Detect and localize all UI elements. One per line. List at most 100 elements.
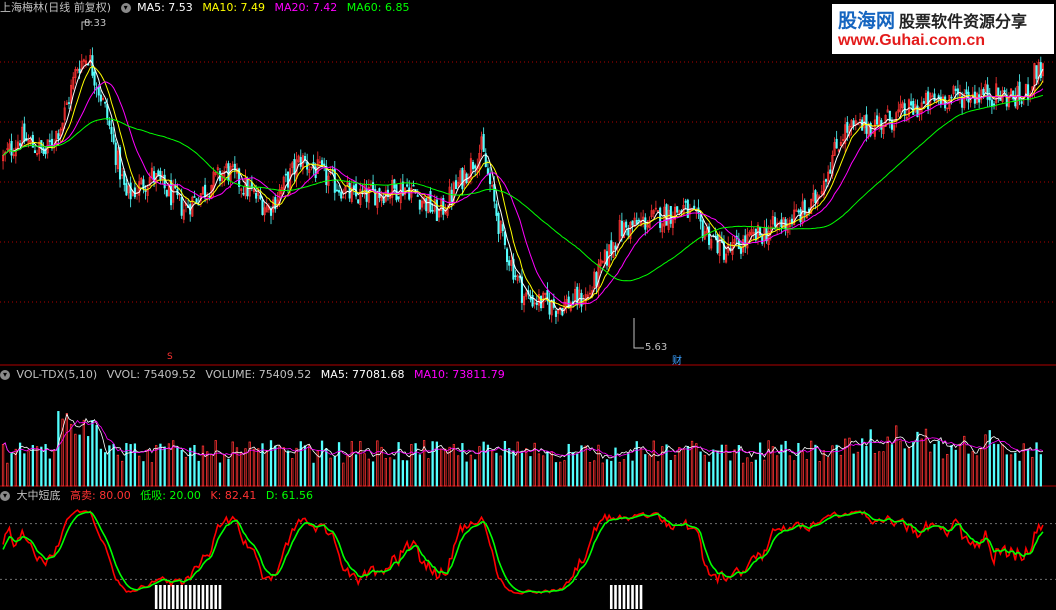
volume-bar <box>890 444 894 487</box>
volume-bar <box>223 454 226 487</box>
high-sell-legend: 高卖: 80.00 <box>70 489 131 502</box>
volume-bar <box>593 460 596 487</box>
volume-bar <box>439 448 443 487</box>
bottom-signal-bar <box>618 585 622 609</box>
volume-bar <box>716 450 719 487</box>
candle-body <box>561 308 564 316</box>
volume-bar <box>329 457 332 487</box>
candle-body <box>954 88 957 91</box>
candle-body <box>797 210 800 213</box>
candle-body <box>163 174 166 189</box>
candle-body <box>716 233 719 254</box>
volume-bar <box>814 444 817 487</box>
candle-body <box>631 220 634 226</box>
candle-body <box>482 133 485 152</box>
d-legend: D: 61.56 <box>265 489 313 502</box>
volume-bar <box>571 452 575 487</box>
volume-bar <box>376 440 379 487</box>
volume-bar <box>754 459 757 487</box>
candle-body <box>514 275 517 278</box>
stock-chart[interactable] <box>0 0 1056 610</box>
candle-body <box>255 193 258 199</box>
volume-bar <box>418 454 422 487</box>
candle-body <box>461 167 464 190</box>
candle-body <box>180 197 183 216</box>
volume-bar <box>1009 454 1013 487</box>
candle-body <box>761 235 764 244</box>
volume-bar <box>712 449 715 487</box>
volume-bar <box>627 452 630 487</box>
volume-bar <box>35 446 39 487</box>
volume-bar <box>669 460 672 487</box>
volume-bar <box>57 411 60 487</box>
volume-bar <box>10 453 13 487</box>
volume-bar <box>508 448 511 487</box>
volume-bar <box>758 442 762 487</box>
volume-bar <box>308 445 311 487</box>
volume-bar <box>975 455 979 487</box>
volume-bar <box>750 461 753 487</box>
volume-bar <box>197 460 200 487</box>
volume-bar <box>580 445 583 487</box>
candle-body <box>888 110 891 121</box>
candle-body <box>625 221 628 228</box>
settings-circle-icon[interactable]: ▾ <box>120 3 131 13</box>
volume-bar <box>244 448 247 487</box>
volume-bar <box>707 461 711 487</box>
volume-bar <box>159 443 162 487</box>
volume-bar <box>746 457 749 487</box>
bottom-signal-bar <box>218 585 222 609</box>
volume-bar <box>44 444 47 487</box>
candle-body <box>412 184 415 187</box>
volume-bar <box>274 445 277 487</box>
volume-bar <box>99 448 103 487</box>
candle-body <box>676 206 679 213</box>
candle-body <box>323 163 326 166</box>
volume-bar <box>741 462 745 487</box>
candle-body <box>637 219 640 222</box>
volume-bar <box>827 457 830 487</box>
candle-body <box>580 292 583 307</box>
volume-bar <box>214 440 217 487</box>
candle-body <box>497 212 500 234</box>
vol-ma5-legend: MA5: 77081.68 <box>320 368 405 381</box>
candle-body <box>242 192 245 195</box>
candle-body <box>824 179 828 182</box>
candle-body <box>554 310 558 317</box>
volume-bar <box>125 443 128 487</box>
volume-bar <box>1018 460 1021 487</box>
volume-bar <box>631 460 634 487</box>
candle-body <box>108 120 111 126</box>
bottom-signal-bar <box>631 585 634 609</box>
settings-circle-icon[interactable]: ▾ <box>0 370 10 380</box>
bottom-signal-bar <box>159 585 162 609</box>
low-marker <box>633 318 644 349</box>
volume-bar <box>231 441 234 487</box>
volume-bar <box>907 447 911 487</box>
candle-body <box>418 199 421 210</box>
candle-body <box>829 169 832 174</box>
volume-bar <box>516 441 519 487</box>
candle-body <box>195 198 198 203</box>
candle-body <box>110 126 113 135</box>
candle-body <box>357 199 360 204</box>
candle-body <box>501 224 504 232</box>
volume-bar <box>388 457 392 487</box>
volume-bar <box>150 462 154 487</box>
volume-bar <box>550 451 553 487</box>
volume-bar <box>546 451 549 487</box>
bottom-signal-bar <box>197 585 201 609</box>
volume-bar <box>682 449 685 487</box>
candle-body <box>293 159 296 175</box>
candle-body <box>739 246 743 254</box>
volume-bar <box>491 450 494 487</box>
volume-bar <box>40 446 43 487</box>
candle-body <box>610 240 613 255</box>
volume-bar <box>184 456 188 487</box>
candle-body <box>535 302 538 306</box>
ma60-legend: MA60: 6.85 <box>346 1 410 14</box>
candle-body <box>429 191 432 212</box>
settings-circle-icon[interactable]: ▾ <box>0 491 10 501</box>
candle-body <box>431 209 434 212</box>
volume-bar <box>91 420 94 487</box>
